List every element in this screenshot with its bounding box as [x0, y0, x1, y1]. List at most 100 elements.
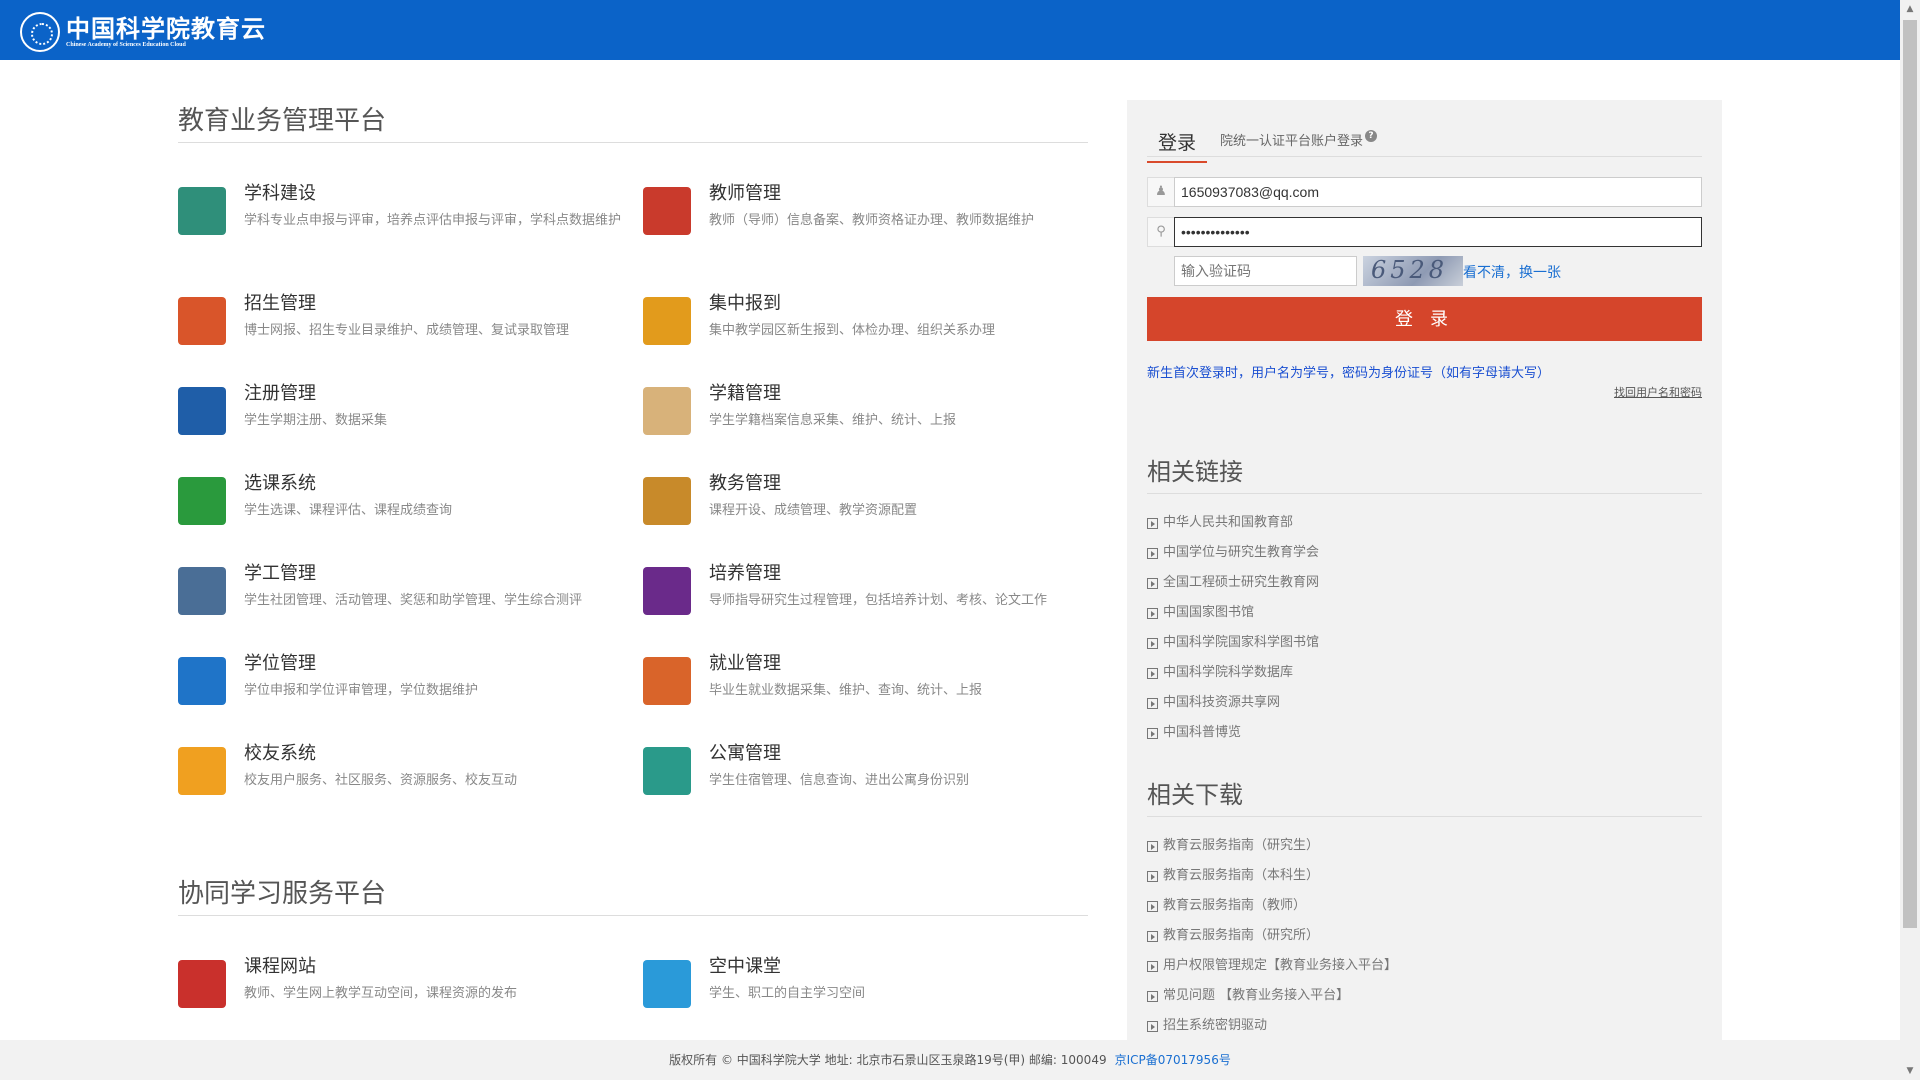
- module-platform1-1[interactable]: 教师管理教师（导师）信息备案、教师资格证办理、教师数据维护: [643, 182, 1093, 252]
- module-desc: 课程开设、成绩管理、教学资源配置: [709, 503, 918, 518]
- module-platform1-9[interactable]: 培养管理 导师指导研究生过程管理，包括培养计划、考核、论文工作: [643, 562, 1093, 632]
- cas-emblem-icon: [20, 12, 60, 52]
- password-field: ⚲: [1147, 217, 1702, 247]
- tab-unified-auth[interactable]: 院统一认证平台账户登录?: [1220, 130, 1378, 149]
- module-desc: 博士网报、招生专业目录维护、成绩管理、复试录取管理: [244, 323, 570, 338]
- bullet-arrow-icon: [1147, 990, 1158, 1002]
- module-platform1-4[interactable]: 注册管理 学生学期注册、数据采集: [178, 382, 628, 452]
- module-desc: 学生学期注册、数据采集: [244, 413, 388, 428]
- module-desc: 教师（导师）信息备案、教师资格证办理、教师数据维护: [709, 213, 1035, 228]
- related_links-item[interactable]: 中国科学院科学数据库: [1147, 658, 1319, 688]
- downloads-title: 相关下载: [1147, 781, 1243, 809]
- related_links-item[interactable]: 全国工程硕士研究生教育网: [1147, 568, 1319, 598]
- downloads-item[interactable]: 招生系统密钥驱动: [1147, 1011, 1397, 1041]
- module-title: 招生管理: [244, 293, 316, 314]
- related_links-item-label: 中国国家图书馆: [1163, 605, 1255, 620]
- downloads-item[interactable]: 教育云服务指南（研究所）: [1147, 921, 1397, 951]
- vertical-scrollbar[interactable]: ▲ ▼: [1900, 0, 1920, 1080]
- module-platform1-2[interactable]: 招生管理博士网报、招生专业目录维护、成绩管理、复试录取管理: [178, 292, 628, 362]
- user-icon: ♟: [1147, 177, 1174, 207]
- bullet-arrow-icon: [1147, 667, 1158, 679]
- related_links-item[interactable]: 中国国家图书馆: [1147, 598, 1319, 628]
- downloads-item[interactable]: 教育云服务指南（本科生）: [1147, 861, 1397, 891]
- module-desc: 学生社团管理、活动管理、奖惩和助学管理、学生综合测评: [244, 593, 583, 608]
- downloads-item-label: 教育云服务指南（研究生）: [1163, 838, 1320, 853]
- module-title: 学籍管理: [709, 383, 781, 404]
- bullet-arrow-icon: [1147, 727, 1158, 739]
- module-platform1-7[interactable]: 教务管理 课程开设、成绩管理、教学资源配置: [643, 472, 1093, 542]
- related_links-item[interactable]: 中国科普博览: [1147, 718, 1319, 748]
- module-desc: 学生选课、课程评估、课程成绩查询: [244, 503, 453, 518]
- bullet-arrow-icon: [1147, 900, 1158, 912]
- icp-link[interactable]: 京ICP备07017956号: [1115, 1053, 1231, 1067]
- key-icon: ⚲: [1147, 217, 1174, 247]
- login-button[interactable]: 登 录: [1147, 297, 1702, 341]
- module-title: 选课系统: [244, 473, 316, 494]
- help-icon[interactable]: ?: [1365, 130, 1378, 142]
- module-platform1-3[interactable]: 集中报到 集中教学园区新生报到、体检办理、组织关系办理: [643, 292, 1093, 362]
- module-platform1-5[interactable]: 学籍管理 学生学籍档案信息采集、维护、统计、上报: [643, 382, 1093, 452]
- module-platform1-11[interactable]: 就业管理 毕业生就业数据采集、维护、查询、统计、上报: [643, 652, 1093, 722]
- downloads-item[interactable]: 用户权限管理规定【教育业务接入平台】: [1147, 951, 1397, 981]
- tab-login[interactable]: 登录: [1147, 128, 1207, 163]
- module-platform1-10[interactable]: 学位管理 学位申报和学位评审管理，学位数据维护: [178, 652, 628, 722]
- module-platform2-0[interactable]: 课程网站教师、学生网上教学互动空间，课程资源的发布: [178, 955, 628, 1025]
- downloads-item[interactable]: 教育云服务指南（教师）: [1147, 891, 1397, 921]
- forgot-credentials-link[interactable]: 找回用户名和密码: [1614, 384, 1702, 400]
- platform1-title: 教育业务管理平台: [178, 106, 387, 136]
- scroll-up-arrow-icon[interactable]: ▲: [1900, 0, 1920, 18]
- user-gear-icon: [178, 567, 226, 615]
- module-platform1-8[interactable]: 学工管理 学生社团管理、活动管理、奖惩和助学管理、学生综合测评: [178, 562, 628, 632]
- module-desc: 学位申报和学位评审管理，学位数据维护: [244, 683, 479, 698]
- module-title: 学科建设: [244, 183, 316, 204]
- password-input[interactable]: [1174, 217, 1702, 247]
- related_links-item-label: 中国科技资源共享网: [1163, 695, 1281, 710]
- scroll-down-arrow-icon[interactable]: ▼: [1900, 1062, 1920, 1080]
- module-title: 教师管理: [709, 183, 781, 204]
- username-input[interactable]: [1174, 177, 1702, 207]
- module-platform1-6[interactable]: 选课系统学生选课、课程评估、课程成绩查询: [178, 472, 628, 542]
- related_links-item-label: 中国科学院国家科学图书馆: [1163, 635, 1320, 650]
- related_links-item[interactable]: 中华人民共和国教育部: [1147, 508, 1319, 538]
- captcha-image[interactable]: 6528: [1363, 256, 1463, 286]
- related_links-item[interactable]: 中国学位与研究生教育学会: [1147, 538, 1319, 568]
- module-desc: 教师、学生网上教学互动空间，课程资源的发布: [244, 986, 518, 1001]
- downloads-item-label: 教育云服务指南（研究所）: [1163, 928, 1320, 943]
- related_links-item-label: 中国科学院科学数据库: [1163, 665, 1294, 680]
- module-desc: 集中教学园区新生报到、体检办理、组织关系办理: [709, 323, 996, 338]
- id-card-icon: [178, 387, 226, 435]
- module-desc: 学生、职工的自主学习空间: [709, 986, 866, 1001]
- module-desc: 学科专业点申报与评审，培养点评估申报与评审，学科点数据维护: [244, 213, 622, 228]
- downloads-item-label: 常见问题 【教育业务接入平台】: [1163, 988, 1350, 1003]
- captcha-input[interactable]: [1174, 256, 1357, 286]
- related_links-item-label: 中国科普博览: [1163, 725, 1242, 740]
- related_links-item-label: 中国学位与研究生教育学会: [1163, 545, 1320, 560]
- module-title: 校友系统: [244, 743, 316, 764]
- downloads-item-label: 用户权限管理规定【教育业务接入平台】: [1163, 958, 1398, 973]
- course-select-icon: [178, 477, 226, 525]
- downloads-list: 教育云服务指南（研究生） 教育云服务指南（本科生） 教育云服务指南（教师） 教育云服务…: [1147, 831, 1397, 1041]
- captcha-refresh-link[interactable]: 看不清，换一张: [1463, 262, 1561, 282]
- module-platform2-1[interactable]: 空中课堂 学生、职工的自主学习空间: [643, 955, 1093, 1025]
- logo-chinese-text: 中国科学院教育云: [66, 13, 266, 43]
- scrollbar-thumb[interactable]: [1903, 20, 1917, 928]
- downloads-item[interactable]: 常见问题 【教育业务接入平台】: [1147, 981, 1397, 1011]
- bullet-arrow-icon: [1147, 607, 1158, 619]
- teacher-icon: [643, 187, 691, 235]
- module-platform1-0[interactable]: 学科建设学科专业点申报与评审，培养点评估申报与评审，学科点数据维护: [178, 182, 628, 252]
- downloads-item[interactable]: 教育云服务指南（研究生）: [1147, 831, 1397, 861]
- module-platform1-12[interactable]: 校友系统 校友用户服务、社区服务、资源服务、校友互动: [178, 742, 628, 812]
- related_links-item[interactable]: 中国科学院国家科学图书馆: [1147, 628, 1319, 658]
- bullet-arrow-icon: [1147, 577, 1158, 589]
- course-site-icon: [178, 960, 226, 1008]
- bullet-arrow-icon: [1147, 697, 1158, 709]
- related_links-item[interactable]: 中国科技资源共享网: [1147, 688, 1319, 718]
- lightbulb-icon: [643, 477, 691, 525]
- module-platform1-13[interactable]: 公寓管理 学生住宿管理、信息查询、进出公寓身份识别: [643, 742, 1093, 812]
- bullet-arrow-icon: [1147, 517, 1158, 529]
- site-logo[interactable]: 中国科学院教育云 Chinese Academy of Sciences Edu…: [20, 12, 266, 52]
- module-title: 课程网站: [244, 956, 316, 977]
- bullet-arrow-icon: [1147, 547, 1158, 559]
- module-title: 培养管理: [709, 563, 781, 584]
- alumni-network-icon: [178, 747, 226, 795]
